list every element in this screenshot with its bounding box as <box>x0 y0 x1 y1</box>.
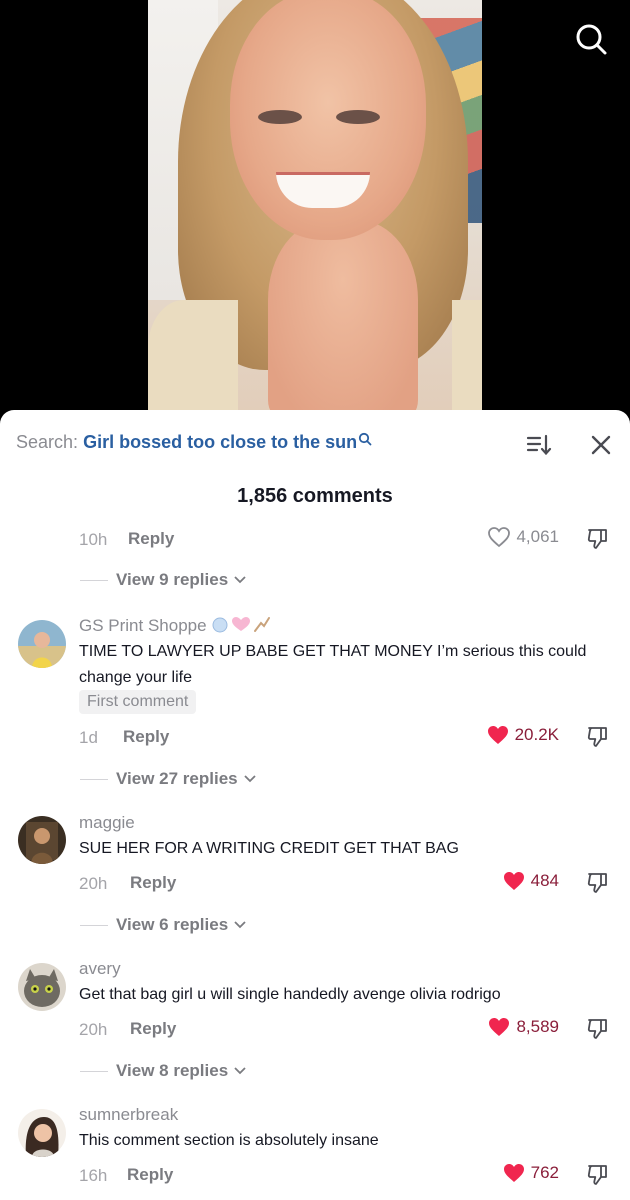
heart-filled-icon <box>503 1164 524 1182</box>
dislike-icon[interactable] <box>585 724 611 750</box>
reply-button[interactable]: Reply <box>128 529 174 549</box>
avatar[interactable] <box>18 816 66 864</box>
comment-username[interactable]: avery <box>79 959 121 979</box>
avatar[interactable] <box>18 1109 66 1157</box>
like-count: 4,061 <box>516 527 559 546</box>
comment-time: 1d <box>79 728 98 747</box>
video-player[interactable] <box>0 0 630 420</box>
search-icon[interactable] <box>574 22 608 56</box>
heart-outline-icon <box>488 527 511 548</box>
comment-text: This comment section is absolutely insan… <box>79 1132 379 1149</box>
reply-button[interactable]: Reply <box>123 727 169 747</box>
dislike-icon[interactable] <box>585 1162 611 1188</box>
heart-filled-icon <box>503 872 524 890</box>
reply-button[interactable]: Reply <box>127 1165 173 1185</box>
chevron-down-icon <box>234 576 246 584</box>
heart-filled-icon <box>489 1018 510 1036</box>
view-replies-label: View 6 replies <box>116 915 229 934</box>
divider <box>80 924 108 926</box>
reply-button[interactable]: Reply <box>130 1019 176 1039</box>
like-count: 20.2K <box>514 725 559 744</box>
comment-username-text: GS Print Shoppe <box>79 616 207 635</box>
view-replies-label: View 8 replies <box>116 1061 229 1080</box>
dislike-icon[interactable] <box>585 526 611 552</box>
video-person-eye-left <box>258 110 302 124</box>
avatar[interactable] <box>18 620 66 668</box>
like-button[interactable]: 20.2K <box>486 724 559 746</box>
divider <box>80 778 108 780</box>
like-count: 762 <box>530 1163 559 1182</box>
like-count: 484 <box>530 871 559 890</box>
comment-username[interactable]: sumnerbreak <box>79 1105 178 1125</box>
like-button[interactable]: 762 <box>502 1162 559 1184</box>
chevron-down-icon <box>234 921 246 929</box>
video-person-top <box>148 300 238 420</box>
comment-meta-row: 10h Reply 4,061 <box>79 524 619 554</box>
comment-time: 10h <box>79 530 108 549</box>
comment-username[interactable]: maggie <box>79 813 135 833</box>
view-replies-button[interactable]: View 9 replies <box>80 570 248 590</box>
view-replies-button[interactable]: View 8 replies <box>80 1061 248 1081</box>
view-replies-button[interactable]: View 27 replies <box>80 769 258 789</box>
like-button[interactable]: 484 <box>502 870 559 892</box>
comment-meta-row: 20h Reply 8,589 <box>79 1014 619 1044</box>
chevron-down-icon <box>234 1067 246 1075</box>
search-suggestion-term[interactable]: Girl bossed too close to the sun <box>83 432 357 452</box>
comments-sheet: Search: Girl bossed too close to the sun… <box>0 410 630 1200</box>
view-replies-label: View 27 replies <box>116 769 238 788</box>
avatar[interactable] <box>18 963 66 1011</box>
sort-icon[interactable] <box>524 430 554 460</box>
mini-search-icon <box>358 430 372 451</box>
first-comment-badge: First comment <box>79 690 197 714</box>
video-person-neck <box>268 220 418 420</box>
comment-text: TIME TO LAWYER UP BABE GET THAT MONEY I’… <box>79 643 587 686</box>
close-icon[interactable] <box>586 430 616 460</box>
comment-text: SUE HER FOR A WRITING CREDIT GET THAT BA… <box>79 840 459 857</box>
like-count: 8,589 <box>516 1017 559 1036</box>
video-person-top-right <box>452 300 482 420</box>
comment-text: Get that bag girl u will single handedly… <box>79 986 501 1003</box>
dislike-icon[interactable] <box>585 1016 611 1042</box>
like-button[interactable]: 4,061 <box>487 526 559 548</box>
emoji-decorations-icon <box>211 616 271 635</box>
comment-time: 20h <box>79 1020 108 1039</box>
divider <box>80 579 108 581</box>
comment-meta-row: 16h Reply 762 <box>79 1160 619 1190</box>
comment-count: 1,856 comments <box>237 485 393 507</box>
comments-header: Search: Girl bossed too close to the sun <box>0 410 630 480</box>
heart-filled-icon <box>487 726 508 744</box>
view-replies-button[interactable]: View 6 replies <box>80 915 248 935</box>
divider <box>80 1070 108 1072</box>
comment-meta-row: 1d Reply 20.2K <box>79 722 619 752</box>
comment-time: 16h <box>79 1166 108 1185</box>
comment-meta-row: 20h Reply 484 <box>79 868 619 898</box>
comment-time: 20h <box>79 874 108 893</box>
view-replies-label: View 9 replies <box>116 570 229 589</box>
search-suggestion[interactable]: Search: Girl bossed too close to the sun <box>16 432 372 453</box>
dislike-icon[interactable] <box>585 870 611 896</box>
like-button[interactable]: 8,589 <box>487 1016 559 1038</box>
video-person-eye-right <box>336 110 380 124</box>
comment-username[interactable]: GS Print Shoppe <box>79 615 271 636</box>
search-suggestion-prefix: Search: <box>16 432 79 452</box>
video-frame[interactable] <box>148 0 482 420</box>
chevron-down-icon <box>243 775 256 783</box>
reply-button[interactable]: Reply <box>130 873 176 893</box>
